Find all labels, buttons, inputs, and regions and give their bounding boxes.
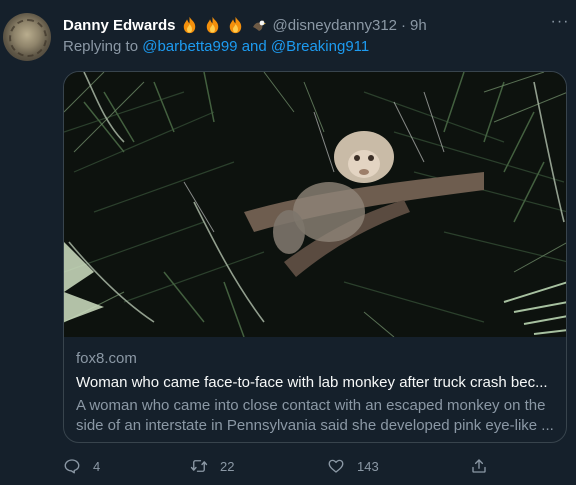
like-count: 143 — [357, 458, 379, 474]
author-name[interactable]: Danny Edwards — [63, 17, 176, 34]
reply-conjunction: and — [241, 38, 267, 55]
reply-count: 4 — [93, 458, 101, 474]
flame-emoji-icon — [206, 16, 218, 34]
card-image[interactable] — [64, 72, 566, 337]
replying-prefix: Replying to — [63, 38, 139, 55]
name-emojis — [181, 16, 273, 34]
reply-mention-2[interactable]: @Breaking911 — [271, 38, 369, 55]
reply-mention-1[interactable]: @barbetta999 — [142, 38, 237, 55]
retweet-count: 22 — [220, 458, 235, 474]
heart-icon — [328, 459, 344, 473]
eagle-emoji-icon — [252, 20, 266, 31]
like-button[interactable]: 143 — [327, 457, 379, 475]
author-handle[interactable]: @disneydanny312 — [273, 17, 397, 34]
card-title[interactable]: Woman who came face-to-face with lab mon… — [76, 373, 556, 393]
reply-button[interactable]: 4 — [63, 457, 100, 475]
tweet-time[interactable]: 9h — [410, 17, 427, 34]
card-text: fox8.com Woman who came face-to-face wit… — [76, 349, 556, 436]
card-description: A woman who came into close contact with… — [76, 397, 554, 434]
reply-icon — [64, 459, 80, 474]
avatar[interactable] — [3, 13, 51, 61]
retweet-button[interactable]: 22 — [190, 457, 234, 475]
tweet-header: Danny Edwards @disneydanny312 · 9h — [63, 15, 427, 35]
separator-dot: · — [401, 16, 407, 34]
replying-to: Replying to @barbetta999 and @Breaking91… — [63, 38, 369, 55]
share-button[interactable] — [470, 457, 500, 475]
share-icon — [472, 459, 486, 473]
card-domain: fox8.com — [76, 350, 137, 367]
more-options-icon[interactable]: ··· — [550, 13, 570, 30]
avatar-pattern — [9, 19, 47, 57]
flame-emoji-icon — [229, 16, 241, 34]
link-card[interactable]: fox8.com Woman who came face-to-face wit… — [63, 71, 567, 443]
tweet-actions: 4 22 143 — [0, 457, 576, 479]
retweet-icon — [190, 460, 208, 472]
flame-emoji-icon — [183, 16, 195, 34]
monkey-in-tree-photo — [64, 72, 566, 337]
